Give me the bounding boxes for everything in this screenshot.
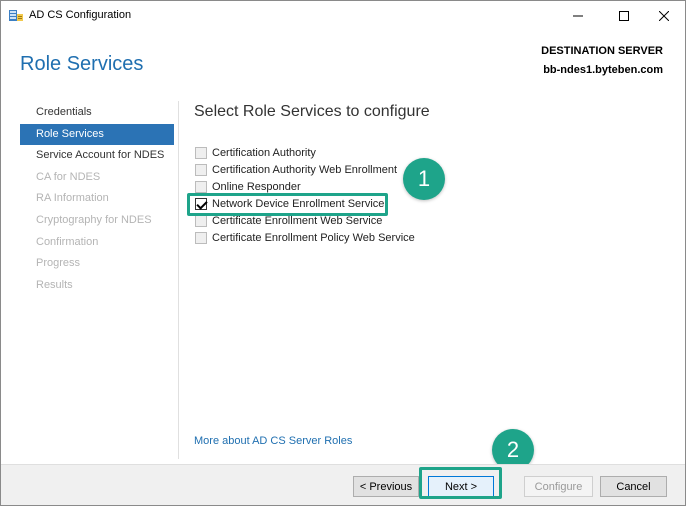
service-label: Online Responder	[212, 180, 301, 193]
close-icon	[659, 11, 669, 21]
minimize-icon	[573, 15, 583, 17]
service-certification-authority[interactable]: Certification Authority	[195, 144, 415, 161]
more-about-adcs-link[interactable]: More about AD CS Server Roles	[194, 435, 352, 447]
configure-button: Configure	[524, 476, 593, 497]
window-title: AD CS Configuration	[29, 9, 132, 21]
ndes-highlight-annotation	[187, 193, 388, 216]
sidebar-item-ra-information: RA Information	[36, 192, 109, 205]
previous-button[interactable]: < Previous	[353, 476, 419, 497]
checkbox[interactable]	[195, 180, 207, 193]
next-highlight-annotation	[419, 467, 502, 499]
service-label: Certification Authority	[212, 146, 316, 159]
sidebar-divider	[178, 101, 179, 459]
sidebar-item-role-services[interactable]: Role Services	[20, 123, 174, 146]
close-button[interactable]	[641, 1, 686, 31]
checkbox[interactable]	[195, 231, 207, 244]
sidebar-item-confirmation: Confirmation	[36, 235, 99, 248]
sidebar-item-ca-for-ndes: CA for NDES	[36, 170, 101, 183]
sidebar-item-progress: Progress	[36, 257, 81, 270]
service-label: Certification Authority Web Enrollment	[212, 163, 398, 176]
sidebar-item-cryptography-for-ndes: Cryptography for NDES	[36, 213, 152, 226]
destination-server-name: bb-ndes1.byteben.com	[543, 64, 663, 76]
destination-server-label: DESTINATION SERVER	[541, 45, 663, 57]
sidebar-item-service-account-for-ndes[interactable]: Service Account for NDES	[20, 145, 174, 167]
step-badge-1: 1	[403, 158, 445, 200]
wizard-footer: < Previous Next > Configure Cancel	[1, 464, 685, 505]
checkbox[interactable]	[195, 146, 207, 159]
page-title: Role Services	[20, 53, 144, 75]
title-bar: AD CS Configuration	[1, 1, 685, 31]
checkbox[interactable]	[195, 214, 207, 227]
service-certificate-enrollment-policy-web[interactable]: Certificate Enrollment Policy Web Servic…	[195, 229, 415, 246]
cancel-button[interactable]: Cancel	[600, 476, 667, 497]
service-label: Certificate Enrollment Web Service	[212, 214, 383, 227]
section-heading: Select Role Services to configure	[194, 103, 430, 120]
sidebar-item-results: Results	[36, 278, 73, 291]
service-ca-web-enrollment[interactable]: Certification Authority Web Enrollment	[195, 161, 415, 178]
ad-cs-config-icon	[9, 9, 23, 22]
wizard-sidebar: Credentials Role Services Service Accoun…	[20, 102, 174, 296]
sidebar-item-credentials[interactable]: Credentials	[20, 102, 174, 124]
checkbox[interactable]	[195, 163, 207, 176]
minimize-button[interactable]	[555, 1, 601, 31]
service-label: Certificate Enrollment Policy Web Servic…	[212, 231, 415, 244]
maximize-icon	[619, 11, 629, 21]
ad-cs-configuration-window: AD CS Configuration Role Services DESTIN…	[0, 0, 686, 506]
